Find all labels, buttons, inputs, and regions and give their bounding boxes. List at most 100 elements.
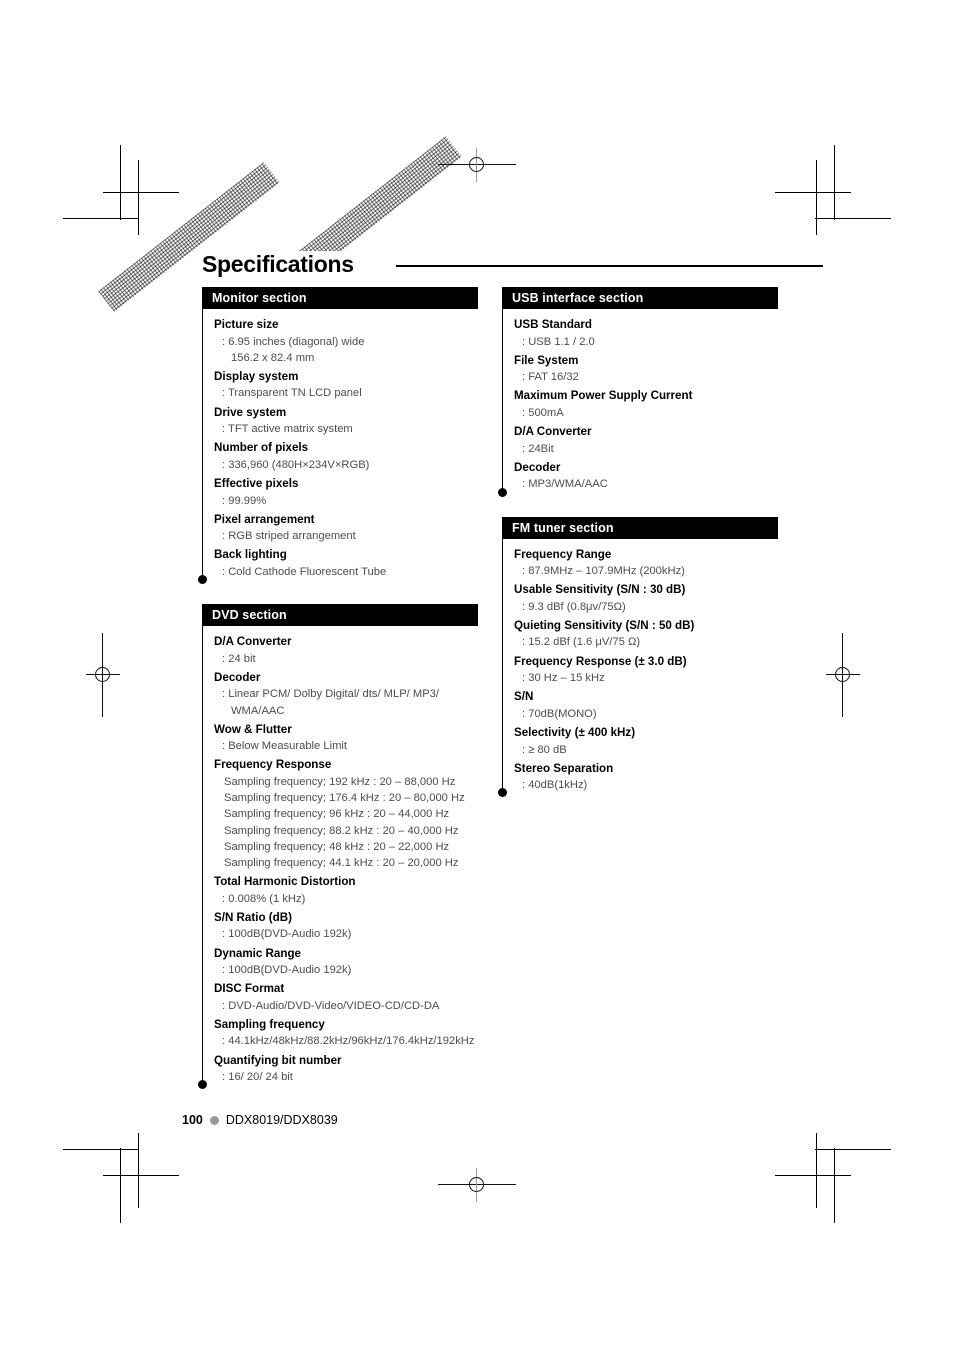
spec-item: Sampling frequency : 44.1kHz/48kHz/88.2kH… [214, 1017, 478, 1050]
spec-label: Selectivity (± 400 kHz) [514, 726, 636, 740]
spec-value: Sampling frequency; 88.2 kHz : 20 – 40,0… [224, 824, 459, 837]
spec-value: Sampling frequency; 44.1 kHz : 20 – 20,0… [224, 856, 459, 869]
spec-label: S/N [514, 690, 534, 704]
spec-label: Wow & Flutter [214, 722, 292, 736]
spec-value: : 100dB(DVD-Audio 192k) [222, 928, 352, 941]
monitor-section-heading: Monitor section [202, 287, 478, 309]
usb-interface-section: USB interface section USB Standard: USB 1… [498, 287, 778, 497]
crop-mark-line [775, 1175, 851, 1176]
left-column: Monitor section Picture size: 6.95 inches… [198, 287, 478, 1090]
fm-tuner-section-body: Frequency Range : 87.9MHz – 107.9MHz (200… [498, 538, 778, 798]
spec-label: Quantifying bit number [214, 1053, 342, 1067]
spec-value: WMA/AAC [231, 704, 285, 717]
registration-ring [469, 1177, 484, 1192]
spec-value: Sampling frequency; 96 kHz : 20 – 44,000… [224, 808, 450, 821]
spec-value: : Linear PCM/ Dolby Digital/ dts/ MLP/ M… [222, 688, 439, 701]
spec-label: Total Harmonic Distortion [214, 875, 356, 889]
spec-label: Picture size [214, 318, 279, 331]
registration-ring [835, 667, 850, 682]
spec-label: Dynamic Range [214, 946, 301, 960]
spec-item: Decoder: MP3/WMA/AAC [514, 460, 778, 493]
crop-mark-line [815, 1149, 891, 1150]
spec-item: Drive system : TFT active matrix system [214, 405, 478, 438]
monitor-section-body: Picture size: 6.95 inches (diagonal) wid… [198, 309, 478, 585]
crop-mark-line [816, 1133, 817, 1208]
dvd-section: DVD section D/A Converter: 24 bit Decoder:… [198, 604, 478, 1090]
footer-dot-icon [209, 1115, 219, 1125]
crop-mark-line [103, 1175, 179, 1176]
title-rule [396, 265, 823, 267]
spec-label: Frequency Response [214, 758, 332, 772]
fm-tuner-section-heading: FM tuner section [502, 516, 778, 539]
spec-label: Quieting Sensitivity (S/N : 50 dB) [514, 618, 695, 632]
spec-item: File System: FAT 16/32 [514, 353, 778, 386]
section-vertical-rule [502, 538, 503, 794]
page-title: Specifications [202, 251, 358, 279]
section-end-bullet-icon [498, 788, 507, 798]
spec-value: Sampling frequency; 48 kHz : 20 – 22,000… [224, 840, 450, 853]
spec-value: : 30 Hz – 15 kHz [522, 672, 605, 685]
spec-item: S/N: 70dB(MONO) [514, 689, 778, 722]
spec-item: Stereo Separation : 40dB(1kHz) [514, 761, 778, 794]
page-footer: 100 DDX8019/DDX8039 [182, 1113, 338, 1127]
spec-item: Number of pixels: 336,960 (480H×234V×RGB… [214, 440, 478, 473]
spec-label: Frequency Range [514, 547, 612, 561]
spec-value: : 87.9MHz – 107.9MHz (200kHz) [522, 565, 685, 578]
spec-label: D/A Converter [514, 425, 592, 439]
spec-value: : TFT active matrix system [222, 423, 353, 436]
spec-value: : ≥ 80 dB [522, 743, 567, 756]
spec-label: Usable Sensitivity (S/N : 30 dB) [514, 583, 686, 597]
section-end-bullet-icon [198, 1080, 207, 1090]
spec-label: D/A Converter [214, 635, 292, 649]
dvd-section-body: D/A Converter: 24 bit Decoder: Linear PCM… [198, 626, 478, 1090]
spec-item: Total Harmonic Distortion: 0.008% (1 kHz… [214, 874, 478, 907]
crop-mark-line [63, 218, 139, 219]
crop-mark-line [775, 192, 851, 193]
section-end-bullet-icon [198, 575, 207, 585]
spec-label: Frequency Response (± 3.0 dB) [514, 654, 687, 668]
spec-value: Sampling frequency; 176.4 kHz : 20 – 80,… [224, 792, 465, 805]
spec-label: Display system [214, 369, 299, 383]
dvd-section-heading: DVD section [202, 604, 478, 627]
spec-value: : MP3/WMA/AAC [522, 478, 608, 491]
spec-value: 156.2 x 82.4 mm [231, 351, 315, 364]
spec-item: DISC Format : DVD-Audio/DVD-Video/VIDEO-C… [214, 981, 478, 1014]
spec-value: : DVD-Audio/DVD-Video/VIDEO-CD/CD-DA [222, 999, 440, 1012]
crop-mark-line [834, 1148, 835, 1223]
section-vertical-rule [502, 309, 503, 493]
spec-item: Frequency Response (± 3.0 dB) : 30 Hz – 1… [514, 654, 778, 687]
spec-label: Decoder [214, 670, 261, 684]
crop-mark-line [816, 160, 817, 235]
crop-mark-line [138, 1133, 139, 1208]
spec-value: : RGB striped arrangement [222, 530, 356, 543]
crop-mark-line [815, 218, 891, 219]
spec-value: : 16/ 20/ 24 bit [222, 1071, 293, 1084]
spec-label: Back lighting [214, 548, 287, 562]
spec-item: Effective pixels: 99.99% [214, 476, 478, 509]
spec-label: USB Standard [514, 318, 592, 331]
crop-mark-line [63, 1149, 139, 1150]
spec-item: Quieting Sensitivity (S/N : 50 dB): 15.2… [514, 618, 778, 651]
spec-value: : 500mA [522, 406, 564, 419]
spec-item: Wow & Flutter: Below Measurable Limit [214, 722, 478, 755]
crop-mark-line [138, 160, 139, 235]
spec-value: : 99.99% [222, 494, 267, 507]
crop-mark-line [103, 192, 179, 193]
footer-page-number: 100 [182, 1113, 203, 1127]
spec-item: Back lighting: Cold Cathode Fluorescent … [214, 547, 478, 580]
spec-label: Stereo Separation [514, 761, 614, 775]
spec-value: : FAT 16/32 [522, 371, 579, 384]
spec-label: DISC Format [214, 982, 285, 996]
spec-item: Pixel arrangement: RGB striped arrangeme… [214, 512, 478, 545]
crop-mark-line [834, 145, 835, 220]
spec-value: : 44.1kHz/48kHz/88.2kHz/96kHz/176.4kHz/1… [222, 1035, 475, 1048]
monitor-section: Monitor section Picture size: 6.95 inches… [198, 287, 478, 585]
spec-value: : 40dB(1kHz) [522, 779, 588, 792]
spec-label: Sampling frequency [214, 1017, 325, 1031]
spec-value: : 100dB(DVD-Audio 192k) [222, 964, 352, 977]
spec-item: S/N Ratio (dB): 100dB(DVD-Audio 192k) [214, 910, 478, 943]
registration-ring [469, 157, 484, 172]
spec-item: Frequency Response Sampling frequency; 19… [214, 757, 478, 871]
spec-label: Number of pixels [214, 441, 309, 455]
spec-label: Drive system [214, 405, 287, 419]
